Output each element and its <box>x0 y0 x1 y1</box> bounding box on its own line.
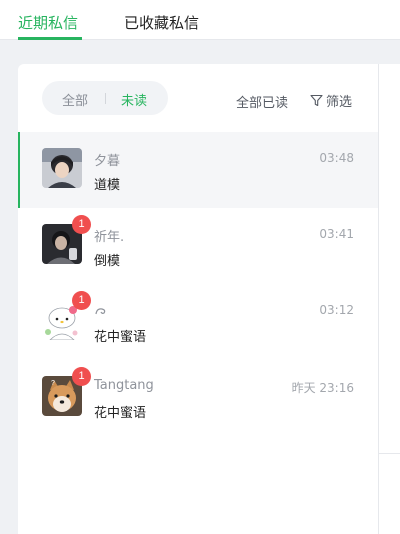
svg-text:?: ? <box>51 380 55 387</box>
conversation-list: 夕暮 03:48 道模 1 祈年. 03:41 倒模 1 03:12 花中蜜语 … <box>18 132 378 436</box>
chat-detail-panel <box>378 64 400 534</box>
read-filter-toggle: 全部 未读 <box>42 81 168 115</box>
conversation-row[interactable]: 1 祈年. 03:41 倒模 <box>18 208 378 284</box>
conversation-row[interactable]: 1 03:12 花中蜜语 <box>18 284 378 360</box>
conversation-row[interactable]: ? 1 Tangtang 昨天 23:16 花中蜜语 <box>18 360 378 436</box>
filter-option-all[interactable]: 全部 <box>62 90 88 109</box>
message-time: 03:12 <box>319 303 354 317</box>
contact-name: 祈年. <box>94 230 125 245</box>
conversation-row[interactable]: 夕暮 03:48 道模 <box>18 132 378 208</box>
filter-divider <box>105 93 106 104</box>
contact-name: Tangtang <box>94 378 154 393</box>
message-preview: 道模 <box>94 178 121 193</box>
message-time: 昨天 23:16 <box>291 381 354 395</box>
mark-all-read-button[interactable]: 全部已读 <box>236 92 288 111</box>
top-tab-bar: 近期私信 已收藏私信 <box>0 0 400 40</box>
panel-divider <box>379 453 400 454</box>
funnel-icon <box>310 94 323 107</box>
message-preview: 花中蜜语 <box>94 406 147 421</box>
unread-badge: 1 <box>72 367 91 386</box>
message-time: 03:41 <box>319 227 354 241</box>
unread-badge: 1 <box>72 291 91 310</box>
message-time: 03:48 <box>319 151 354 165</box>
conversation-panel: 全部 未读 全部已读 筛选 夕暮 03:48 道模 1 祈年. 03:41 倒模… <box>18 64 378 534</box>
message-preview: 花中蜜语 <box>94 330 147 345</box>
active-tab-indicator <box>18 37 82 40</box>
filter-label: 筛选 <box>326 95 353 110</box>
unread-badge: 1 <box>72 215 91 234</box>
tab-saved-messages[interactable]: 已收藏私信 <box>124 12 199 33</box>
avatar <box>42 148 82 188</box>
message-preview: 倒模 <box>94 254 121 269</box>
swirl-icon <box>95 308 106 315</box>
filter-button[interactable]: 筛选 <box>310 91 352 110</box>
filter-option-unread[interactable]: 未读 <box>121 90 147 109</box>
tab-recent-messages[interactable]: 近期私信 <box>18 12 78 33</box>
contact-name: 夕暮 <box>94 154 121 169</box>
